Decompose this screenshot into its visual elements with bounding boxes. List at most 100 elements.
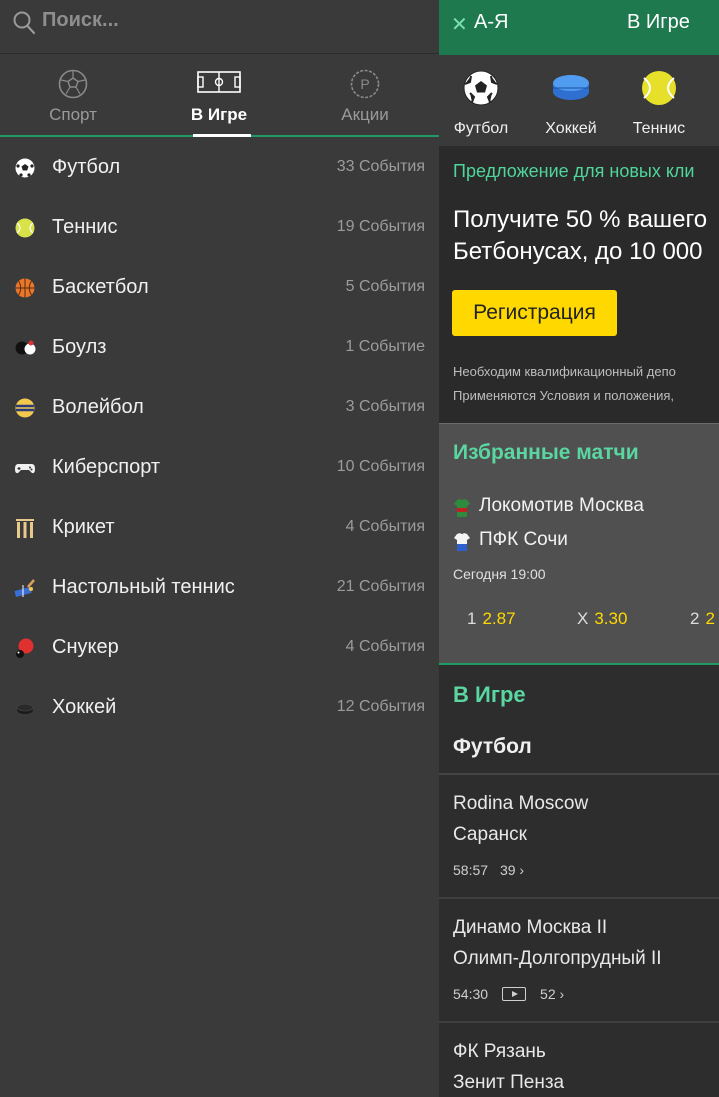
- sport-item-football[interactable]: Футбол 33 События: [0, 137, 439, 197]
- team-name: Rodina Moscow: [453, 793, 589, 814]
- category-strip: Футбол Хоккей Теннис: [439, 55, 719, 147]
- odds-value: 3.30: [594, 609, 628, 628]
- markets-count[interactable]: 52 ›: [540, 986, 564, 1002]
- category-label: Хоккей: [545, 120, 597, 137]
- sport-item-cricket[interactable]: Крикет 4 События: [0, 497, 439, 557]
- top-bar: ✕ А-Я В Игре: [439, 0, 719, 55]
- live-stream-icon[interactable]: [502, 987, 527, 1001]
- sport-item-esports[interactable]: Киберспорт 10 События: [0, 437, 439, 497]
- promo-p-icon: P: [350, 69, 380, 99]
- live-match[interactable]: Rodina Moscow Саранск 58:57 39 ›: [439, 775, 719, 899]
- svg-text:P: P: [360, 76, 369, 92]
- promo-text: Получите 50 % вашего Бетбонусах, до 10 0…: [453, 204, 707, 268]
- odds-value: 2: [705, 609, 715, 628]
- tab-live[interactable]: В Игре: [146, 55, 292, 137]
- live-title: В Игре: [453, 682, 526, 707]
- sport-item-hockey[interactable]: Хоккей 12 События: [0, 677, 439, 737]
- az-button[interactable]: А-Я: [474, 11, 508, 34]
- sport-name: Снукер: [52, 636, 119, 658]
- team-name: Зенит Пенза: [453, 1072, 565, 1093]
- live-match[interactable]: Динамо Москва II Олимп-Долгопрудный II 5…: [439, 899, 719, 1023]
- event-count: 4 События: [345, 638, 425, 655]
- match-clock: 54:30: [453, 986, 489, 1002]
- search-bar[interactable]: Поиск...: [0, 0, 439, 54]
- promo-terms: Необходим квалификационный депо Применяю…: [453, 360, 676, 408]
- sport-name: Футбол: [52, 156, 121, 178]
- sport-item-tennis[interactable]: Теннис 19 События: [0, 197, 439, 257]
- search-icon: [13, 11, 36, 35]
- promo-headline: Предложение для новых кли: [453, 161, 695, 181]
- pitch-icon: [197, 71, 241, 93]
- sport-name: Волейбол: [52, 396, 144, 418]
- odds-value: 2.87: [482, 609, 516, 628]
- odds-draw[interactable]: X 3.30: [577, 609, 627, 629]
- odds-key: X: [577, 609, 589, 628]
- category-hockey[interactable]: Хоккей: [531, 55, 611, 147]
- event-count: 3 События: [345, 398, 425, 415]
- register-button[interactable]: Регистрация: [452, 290, 617, 336]
- sport-name: Баскетбол: [52, 276, 149, 298]
- hockey-puck-icon: [553, 75, 589, 100]
- jersey-icon: [454, 533, 470, 551]
- tab-sport-label: Спорт: [49, 105, 97, 124]
- tab-promotions-label: Акции: [341, 105, 389, 124]
- odds-key: 2: [690, 609, 700, 628]
- category-football[interactable]: Футбол: [441, 55, 521, 147]
- bowls-icon: [15, 340, 36, 355]
- sport-item-table-tennis[interactable]: Настольный теннис 21 События: [0, 557, 439, 617]
- event-count: 33 События: [336, 158, 425, 175]
- promo-terms-line[interactable]: Применяются Условия и положения,: [453, 384, 676, 408]
- odds-key: 1: [467, 609, 477, 628]
- tennis-ball-icon: [15, 218, 35, 238]
- team-name: ПФК Сочи: [479, 529, 568, 550]
- sport-item-volleyball[interactable]: Волейбол 3 События: [0, 377, 439, 437]
- cricket-stumps-icon: [16, 519, 34, 538]
- basketball-icon: [15, 278, 35, 298]
- featured-title: Избранные матчи: [453, 441, 639, 464]
- close-icon[interactable]: ✕: [451, 12, 468, 37]
- featured-matches: Избранные матчи Локомотив Москва ПФК Соч…: [439, 423, 719, 665]
- team-name: Динамо Москва II: [453, 917, 608, 938]
- promo-text-line: Получите 50 % вашего: [453, 206, 708, 233]
- tab-promotions[interactable]: P Акции: [292, 55, 438, 135]
- event-count: 4 События: [345, 518, 425, 535]
- sport-item-basketball[interactable]: Баскетбол 5 События: [0, 257, 439, 317]
- tab-live-label: В Игре: [190, 105, 248, 124]
- soccer-ball-outline-icon: [58, 69, 88, 99]
- main-content: ✕ А-Я В Игре Футбол Хоккей Теннис Предло…: [439, 0, 719, 1097]
- sport-item-bowls[interactable]: Боулз 1 Событие: [0, 317, 439, 377]
- promo-text-line: Бетбонусах, до 10 000: [453, 238, 703, 265]
- sport-name: Теннис: [52, 216, 118, 238]
- event-count: 1 Событие: [345, 338, 425, 355]
- sport-name: Киберспорт: [52, 456, 161, 478]
- sport-name: Крикет: [52, 516, 115, 538]
- search-input[interactable]: Поиск...: [42, 9, 119, 32]
- sport-name: Боулз: [52, 336, 107, 358]
- sport-name: Настольный теннис: [52, 576, 235, 598]
- sports-list: Футбол 33 События Теннис 19 События Баск…: [0, 137, 439, 737]
- sports-drawer: Поиск... Спорт В Игре P Акции Футбол 33 …: [0, 0, 439, 1097]
- match-clock: 58:57: [453, 862, 489, 878]
- markets-count[interactable]: 39 ›: [500, 862, 524, 878]
- event-count: 12 События: [336, 698, 425, 715]
- live-section: В Игре Футбол Rodina Moscow Саранск 58:5…: [439, 665, 719, 1097]
- table-tennis-icon: [14, 579, 35, 597]
- match-time: Сегодня 19:00: [453, 566, 546, 582]
- category-label: Теннис: [632, 120, 686, 137]
- sport-item-snooker[interactable]: Снукер 4 События: [0, 617, 439, 677]
- live-match[interactable]: ФК Рязань Зенит Пенза: [439, 1023, 719, 1097]
- category-tennis[interactable]: Теннис: [619, 55, 699, 147]
- snooker-icon: [16, 638, 34, 658]
- team-name: Локомотив Москва: [479, 495, 644, 516]
- team-name: Саранск: [453, 824, 527, 845]
- hockey-puck-icon: [16, 703, 34, 714]
- tab-sport[interactable]: Спорт: [0, 55, 146, 135]
- odds-home[interactable]: 1 2.87: [467, 609, 516, 629]
- jersey-icon: [454, 499, 470, 517]
- event-count: 5 События: [345, 278, 425, 295]
- soccer-ball-icon: [15, 158, 35, 178]
- live-title: В Игре: [627, 11, 690, 33]
- team-name: ФК Рязань: [453, 1041, 546, 1062]
- promo-terms-line: Необходим квалификационный депо: [453, 364, 676, 379]
- odds-away[interactable]: 22: [690, 609, 715, 629]
